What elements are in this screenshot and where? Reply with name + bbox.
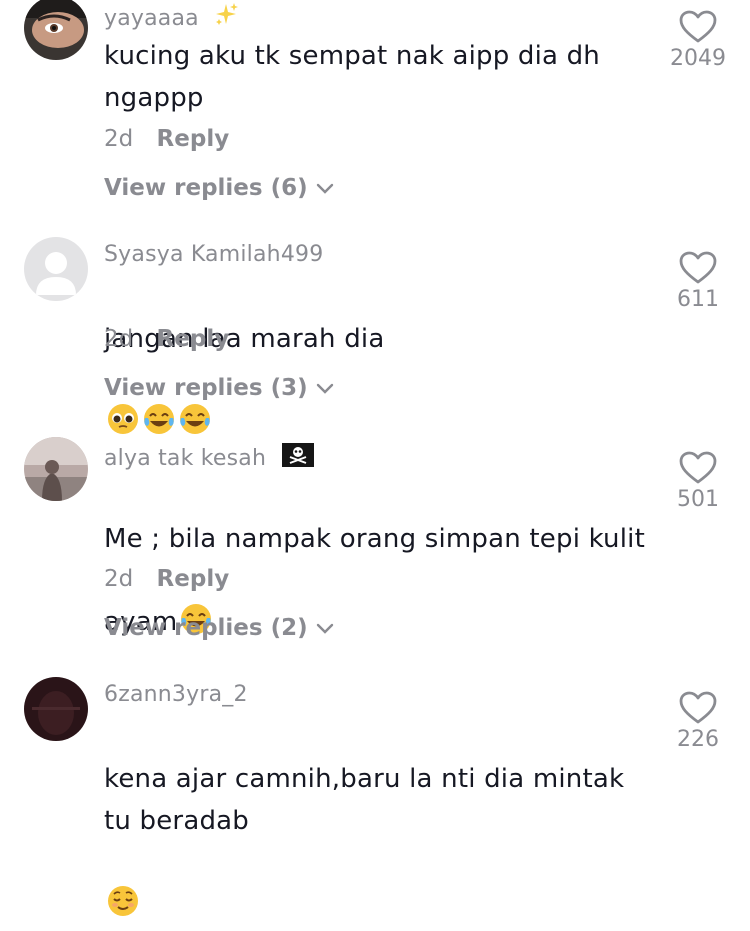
sparkles-icon xyxy=(214,2,240,34)
comment-text: jangan laa marah dia xyxy=(104,276,649,443)
reply-button[interactable]: Reply xyxy=(157,326,230,352)
view-replies-button[interactable]: View replies (6) xyxy=(104,175,336,201)
reply-button[interactable]: Reply xyxy=(157,126,230,152)
like-button[interactable]: 226 xyxy=(666,691,730,752)
comment-meta: 2d Reply xyxy=(104,126,229,152)
like-count: 501 xyxy=(677,487,719,512)
comment-username[interactable]: alya tak kesah xyxy=(104,442,315,474)
chevron-down-icon xyxy=(316,623,333,634)
view-replies-button[interactable]: View replies (3) xyxy=(104,375,336,401)
heart-icon xyxy=(679,251,717,284)
chevron-down-icon xyxy=(316,383,333,394)
avatar[interactable] xyxy=(24,0,88,60)
like-button[interactable]: 2049 xyxy=(666,10,730,71)
comment-time: 2d xyxy=(104,326,134,352)
heart-icon xyxy=(679,691,717,724)
comment-meta: 2d Reply xyxy=(104,566,229,592)
comment-username[interactable]: Syasya Kamilah499 xyxy=(104,242,323,267)
comment-username[interactable]: yayaaaa xyxy=(104,2,240,34)
like-button[interactable]: 501 xyxy=(666,451,730,512)
comment-meta: 2d Reply xyxy=(104,326,229,352)
username-text[interactable]: alya tak kesah xyxy=(104,446,266,471)
view-replies-label: View replies (2) xyxy=(104,615,308,641)
heart-icon xyxy=(679,451,717,484)
avatar[interactable] xyxy=(24,237,88,301)
reply-button[interactable]: Reply xyxy=(157,566,230,592)
avatar[interactable] xyxy=(24,437,88,501)
heart-icon xyxy=(679,10,717,43)
relieved-face-emoji xyxy=(106,842,140,916)
avatar[interactable] xyxy=(24,677,88,741)
pirate-flag-icon xyxy=(281,442,315,474)
chevron-down-icon xyxy=(316,183,333,194)
comment-text: kena ajar camnih,baru la nti dia mintak … xyxy=(104,716,649,925)
like-count: 611 xyxy=(677,287,719,312)
view-replies-button[interactable]: View replies (2) xyxy=(104,615,336,641)
view-replies-label: View replies (6) xyxy=(104,175,308,201)
like-count: 226 xyxy=(677,727,719,752)
username-text[interactable]: yayaaaa xyxy=(104,6,199,31)
comment-username[interactable]: 6zann3yra_2 xyxy=(104,682,248,707)
comment-time: 2d xyxy=(104,566,134,592)
comment-time: 2d xyxy=(104,126,134,152)
comment-text-body: kena ajar camnih,baru la nti dia mintak … xyxy=(104,764,625,836)
view-replies-label: View replies (3) xyxy=(104,375,308,401)
like-button[interactable]: 611 xyxy=(666,251,730,312)
like-count: 2049 xyxy=(670,46,726,71)
comment-text: kucing aku tk sempat nak aipp dia dh nga… xyxy=(104,41,600,113)
